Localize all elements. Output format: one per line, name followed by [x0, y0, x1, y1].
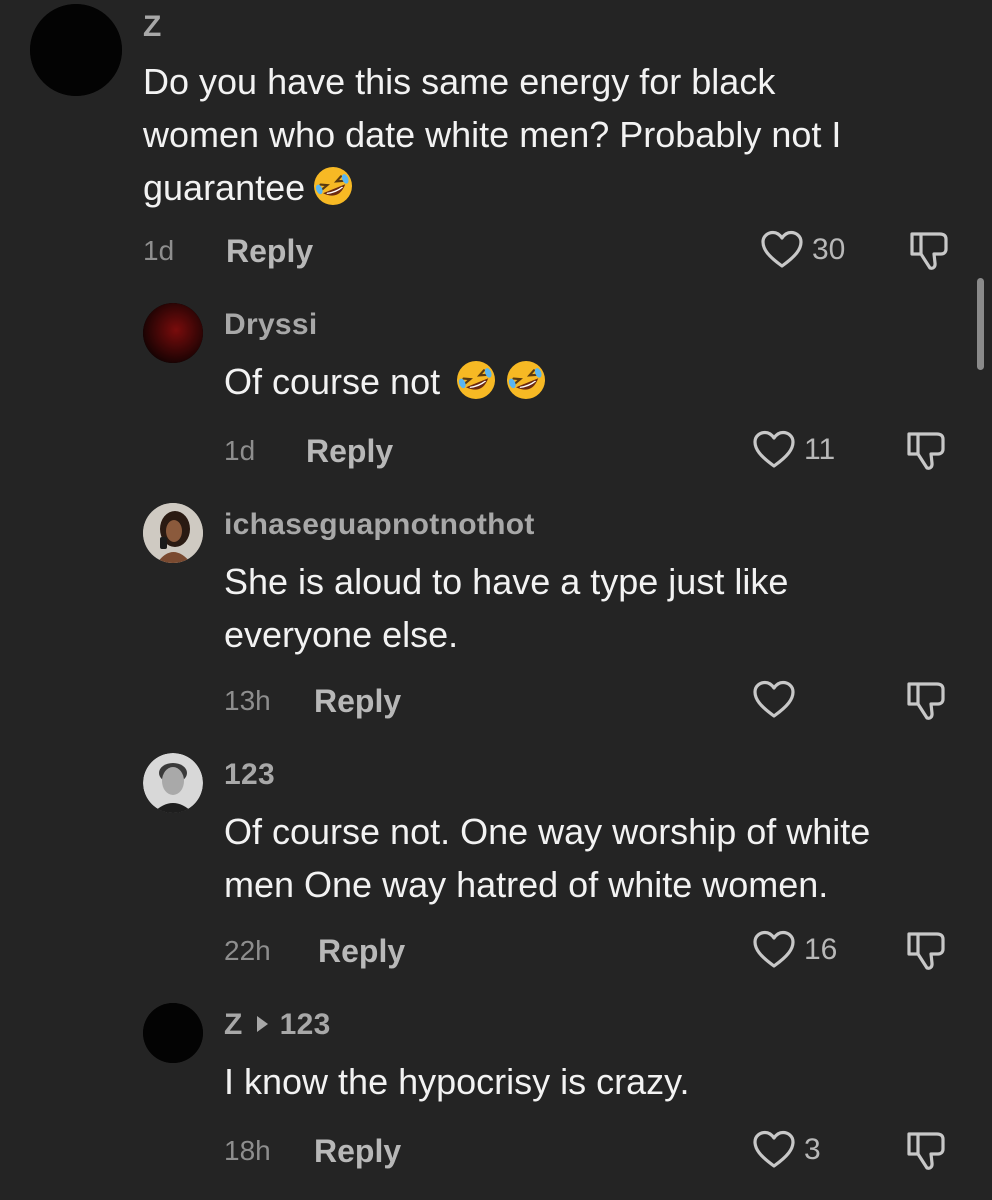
like-button[interactable]: 16: [752, 930, 837, 970]
scrollbar[interactable]: [977, 278, 984, 370]
avatar[interactable]: [143, 503, 203, 563]
laughing-emoji-icon: [507, 361, 546, 399]
comment-text: I know the hypocrisy is crazy.: [224, 1061, 690, 1102]
dislike-button[interactable]: [903, 430, 947, 477]
thumbs-down-icon: [907, 432, 945, 470]
thumbs-down-icon: [910, 232, 948, 270]
like-count: 30: [812, 233, 846, 266]
heart-icon: [753, 680, 795, 718]
dislike-button[interactable]: [903, 1130, 947, 1177]
comment-text: Of course not: [224, 355, 548, 408]
reply-button[interactable]: Reply: [306, 433, 393, 470]
laughing-emoji-icon: [314, 167, 353, 205]
dislike-button[interactable]: [903, 680, 947, 727]
reply-button[interactable]: Reply: [226, 233, 313, 270]
like-button[interactable]: 3: [752, 1130, 821, 1170]
comment-timestamp: 22h: [224, 935, 271, 966]
comment-timestamp: 13h: [224, 685, 271, 716]
like-button[interactable]: [752, 680, 804, 720]
heart-icon: [753, 430, 795, 468]
reply-button[interactable]: Reply: [314, 683, 401, 720]
like-count: 3: [804, 1133, 821, 1166]
heart-icon: [761, 230, 803, 268]
comment-text: Do you have this same energy for black w…: [143, 55, 841, 214]
comment-timestamp: 1d: [224, 435, 256, 466]
avatar[interactable]: [143, 1003, 203, 1063]
dislike-button[interactable]: [903, 930, 947, 977]
reply-arrow-icon: [256, 1016, 268, 1032]
thumbs-down-icon: [907, 932, 945, 970]
like-button[interactable]: 30: [760, 230, 845, 270]
heart-icon: [753, 1130, 795, 1168]
comment-timestamp: 1d: [143, 235, 175, 266]
comment-timestamp: 18h: [224, 1135, 271, 1166]
like-count: 16: [804, 933, 838, 966]
comment-text: She is aloud to have a type just like ev…: [224, 561, 789, 655]
avatar[interactable]: [143, 303, 203, 363]
comment-username[interactable]: Z: [143, 10, 162, 44]
laughing-emoji-icon: [457, 361, 496, 399]
comment-username[interactable]: ichaseguapnotnothot: [224, 508, 535, 542]
like-button[interactable]: 11: [752, 430, 835, 470]
avatar[interactable]: [30, 4, 122, 96]
reply-button[interactable]: Reply: [314, 1133, 401, 1170]
dislike-button[interactable]: [906, 230, 950, 277]
thumbs-down-icon: [907, 682, 945, 720]
comment-username[interactable]: Dryssi: [224, 308, 318, 342]
avatar[interactable]: [143, 753, 203, 813]
comment-username[interactable]: 123: [224, 758, 275, 792]
reply-button[interactable]: Reply: [318, 933, 405, 970]
reply-to-username[interactable]: 123: [280, 1008, 331, 1041]
heart-icon: [753, 930, 795, 968]
comment-text: Of course not. One way worship of white …: [224, 811, 871, 905]
thumbs-down-icon: [907, 1132, 945, 1170]
comment-username[interactable]: Z 123: [224, 1008, 331, 1042]
like-count: 11: [804, 433, 836, 466]
